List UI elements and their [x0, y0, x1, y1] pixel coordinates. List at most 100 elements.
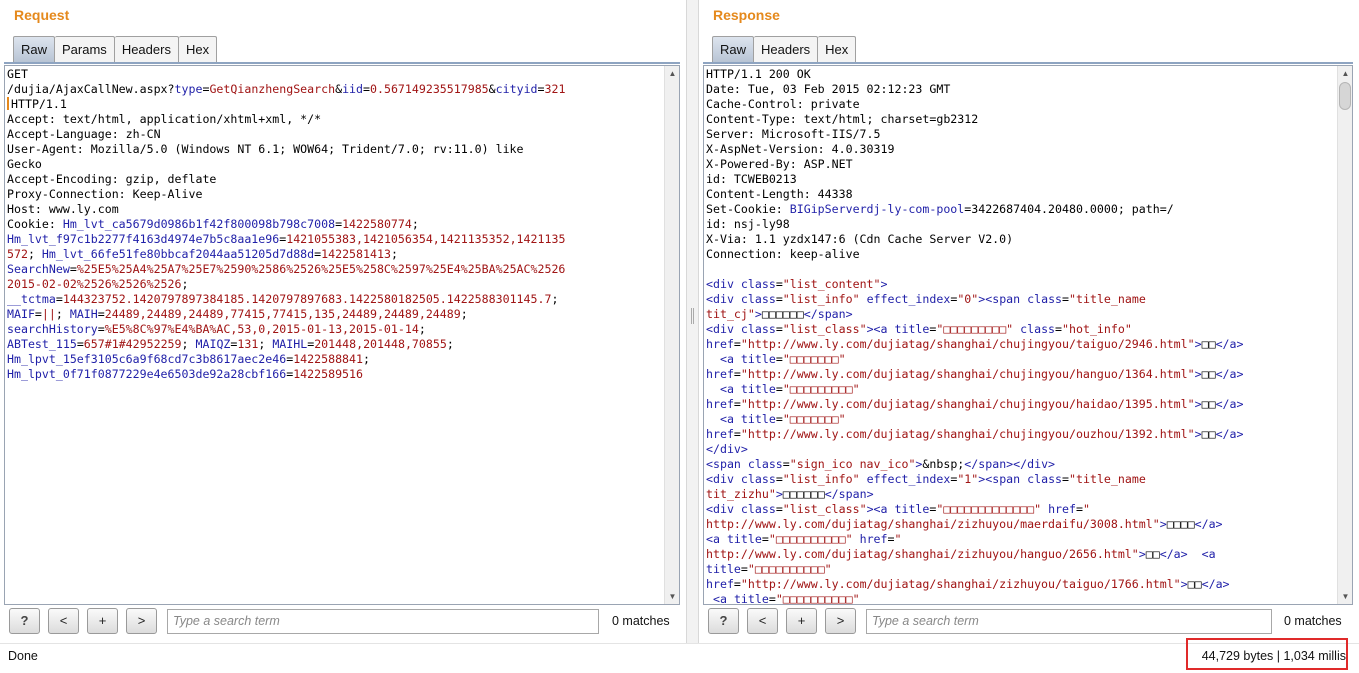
token-text: = [761, 532, 769, 546]
request-line: Hm_lpvt_0f71f0877229e4e6503de92a28cbf166… [7, 367, 663, 382]
response-scrollbar[interactable]: ▲ ▼ [1337, 66, 1352, 604]
next-match-button[interactable]: > [825, 608, 856, 634]
response-tab-hex[interactable]: Hex [818, 36, 857, 62]
request-tab-headers[interactable]: Headers [114, 36, 179, 62]
token-text: Gecko [7, 157, 42, 171]
token-name: <div [706, 472, 741, 486]
token-name: <a [719, 352, 741, 366]
token-value: GetQianzhengSearch [209, 82, 336, 96]
response-editor[interactable]: HTTP/1.1 200 OK Date: Tue, 03 Feb 2015 02… [703, 65, 1353, 605]
token-value: 657#1#42952259 [83, 337, 182, 351]
response-raw-text[interactable]: HTTP/1.1 200 OK Date: Tue, 03 Feb 2015 02… [706, 67, 1336, 604]
scroll-up-icon[interactable]: ▲ [1338, 66, 1352, 81]
token-value: 131 [237, 337, 259, 351]
response-scroll-thumb[interactable] [1339, 82, 1351, 110]
request-raw-text[interactable]: GET/dujia/AjaxCallNew.aspx?type = GetQianz… [7, 67, 663, 604]
response-line: X-Powered-By: ASP.NET [706, 157, 1336, 172]
token-name: <a [712, 592, 734, 604]
request-line: searchHistory=%E5%8C%97%E4%BA%AC,53,0,20… [7, 322, 663, 337]
token-text: □□ [1201, 337, 1216, 351]
token-text: = [97, 322, 105, 336]
token-text: Set-Cookie: [706, 202, 790, 216]
token-name: Hm_lpvt_0f71f0877229e4e6503de92a28cbf166 [7, 367, 287, 381]
token-text: Content-Length: 44338 [706, 187, 853, 201]
request-line: Accept-Language: zh-CN [7, 127, 663, 142]
response-line: Connection: keep-alive [706, 247, 1336, 262]
request-tab-underline [4, 62, 680, 64]
scroll-down-icon[interactable]: ▼ [665, 589, 679, 604]
response-line: <div class="list_info" effect_index="0">… [706, 292, 1336, 307]
help-button[interactable]: ? [708, 608, 739, 634]
response-line: <a title="□□□□□□□□□" [706, 382, 1336, 397]
response-line: Date: Tue, 03 Feb 2015 02:12:23 GMT [706, 82, 1336, 97]
response-line: href="http://www.ly.com/dujiatag/shangha… [706, 427, 1336, 442]
scroll-up-icon[interactable]: ▲ [665, 66, 679, 81]
token-name: SearchNew [7, 262, 70, 276]
token-name: title [706, 562, 741, 576]
response-line: <span class="sign_ico nav_ico">&nbsp;</s… [706, 457, 1336, 472]
token-text: = [55, 292, 63, 306]
token-value: 201448,201448,70855 [314, 337, 447, 351]
token-name: <div [706, 292, 741, 306]
token-value: "list_info" [782, 292, 860, 306]
previous-match-button[interactable]: < [48, 608, 79, 634]
pane-splitter[interactable] [686, 0, 699, 643]
request-line: Gecko [7, 157, 663, 172]
token-value: "□□□□□□□□□□" [775, 592, 860, 604]
token-name: href [1048, 502, 1076, 516]
token-value: "□□□□□□□□□" [782, 382, 860, 396]
stats-highlight-box [1186, 638, 1348, 670]
response-line: href="http://www.ly.com/dujiatag/shangha… [706, 367, 1336, 382]
help-button[interactable]: ? [9, 608, 40, 634]
response-tab-headers[interactable]: Headers [754, 36, 819, 62]
response-line: X-Via: 1.1 yzdx147:6 (Cdn Cache Server V… [706, 232, 1336, 247]
response-tab-raw[interactable]: Raw [712, 36, 755, 62]
add-option-button[interactable]: + [786, 608, 817, 634]
token-name: href [706, 397, 734, 411]
http-message-viewer: Request Raw Params Headers Hex GET/dujia… [0, 0, 1359, 673]
token-name: class [1027, 292, 1063, 306]
token-value: "title_name [1069, 472, 1146, 486]
response-search-input[interactable]: Type a search term [866, 609, 1272, 634]
token-text: X-AspNet-Version: 4.0.30319 [706, 142, 895, 156]
token-name: <a [719, 382, 741, 396]
token-text: = [775, 292, 783, 306]
token-text: = [775, 472, 783, 486]
splitter-grip-icon[interactable] [691, 308, 694, 324]
token-text: ; [181, 277, 189, 291]
token-name: title [894, 502, 930, 516]
token-text: id: nsj-ly98 [706, 217, 790, 231]
token-name: MAIF [7, 307, 35, 321]
previous-match-button[interactable]: < [747, 608, 778, 634]
request-editor[interactable]: GET/dujia/AjaxCallNew.aspx?type = GetQianz… [4, 65, 680, 605]
chevron-left-icon: < [758, 613, 767, 628]
token-value: http://www.ly.com/dujiatag/shanghai/zizh… [706, 517, 1160, 531]
question-icon: ? [20, 613, 29, 628]
token-name: > [1194, 337, 1202, 351]
token-name: </a> [1201, 577, 1230, 591]
token-name: effect_index [866, 472, 951, 486]
request-tab-params[interactable]: Params [55, 36, 115, 62]
token-text: = [733, 577, 741, 591]
token-name: > [754, 307, 762, 321]
token-name: ><span [978, 472, 1028, 486]
request-tab-hex[interactable]: Hex [178, 36, 218, 62]
request-search-input[interactable]: Type a search term [167, 609, 599, 634]
token-text: □□ [1187, 577, 1202, 591]
token-name: > [775, 487, 783, 501]
token-text: □□□□□□ [761, 307, 804, 321]
token-name: </a> [1194, 517, 1223, 531]
token-text: □□ [1145, 547, 1160, 561]
scroll-down-icon[interactable]: ▼ [1338, 589, 1352, 604]
token-name: Hm_lpvt_15ef3105c6a9f68cd7c3b8617aec2e46 [7, 352, 287, 366]
request-tab-raw[interactable]: Raw [13, 36, 56, 62]
add-option-button[interactable]: + [87, 608, 118, 634]
token-name: title [726, 532, 762, 546]
token-name: </span></div> [964, 457, 1056, 471]
token-value: "0" [957, 292, 979, 306]
request-scrollbar[interactable]: ▲ ▼ [664, 66, 679, 604]
token-name: ><span [978, 292, 1028, 306]
next-match-button[interactable]: > [126, 608, 157, 634]
response-line: <div class="list_info" effect_index="1">… [706, 472, 1336, 487]
